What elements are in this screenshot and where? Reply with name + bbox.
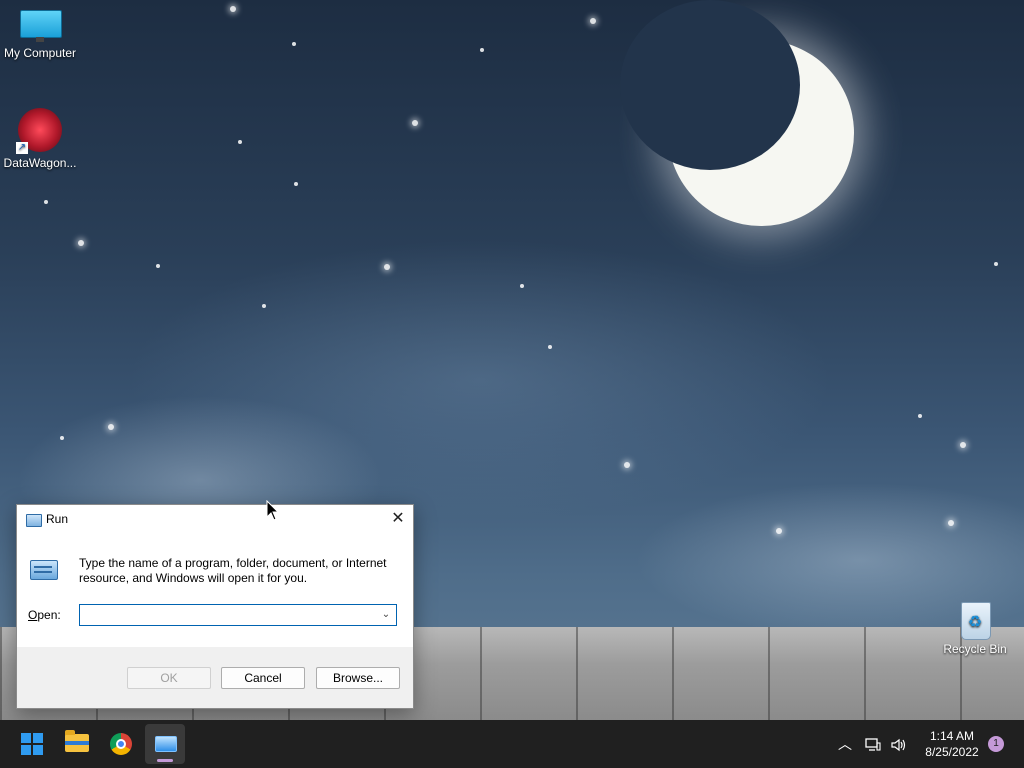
datawagon-app-icon: ↗ (16, 108, 62, 154)
clock[interactable]: 1:14 AM 8/25/2022 (912, 728, 992, 760)
desktop-icon-label: My Computer (3, 46, 77, 60)
browse-button[interactable]: Browse... (316, 667, 400, 689)
run-icon (155, 736, 177, 752)
run-dialog: Run ✕ Type the name of a program, folder… (16, 504, 414, 709)
open-combobox[interactable]: ⌄ (79, 604, 397, 626)
desktop-icon-recycle-bin[interactable]: ♻ Recycle Bin (935, 598, 1015, 656)
chrome-icon (110, 733, 132, 755)
run-dialog-title: Run (46, 512, 69, 526)
recycle-bin-icon: ♻ (958, 598, 992, 640)
active-app-indicator (157, 759, 173, 762)
run-icon (26, 514, 42, 527)
notification-badge[interactable]: 1 (988, 736, 1004, 752)
cancel-button[interactable]: Cancel (221, 667, 305, 689)
monitor-icon (20, 10, 62, 42)
network-icon[interactable] (862, 720, 884, 768)
ok-button[interactable]: OK (127, 667, 211, 689)
run-program-icon (30, 560, 58, 580)
start-button[interactable] (12, 724, 52, 764)
taskbar-file-explorer[interactable] (57, 724, 97, 764)
close-button[interactable]: ✕ (383, 505, 413, 533)
chevron-down-icon[interactable]: ⌄ (379, 607, 393, 623)
run-dialog-description: Type the name of a program, folder, docu… (79, 556, 387, 585)
windows-logo-icon (21, 733, 43, 755)
taskbar-run[interactable] (145, 724, 185, 764)
desktop-icon-label: DataWagon... (3, 156, 77, 170)
clock-date: 8/25/2022 (925, 745, 979, 759)
tray-overflow-chevron[interactable]: ︿ (834, 720, 856, 768)
desktop-icon-label: Recycle Bin (943, 642, 1007, 656)
desktop-icon-datawagon[interactable]: ↗ DataWagon... (0, 108, 80, 170)
shortcut-arrow-icon: ↗ (16, 142, 28, 154)
open-label: Open: (28, 608, 61, 622)
desktop-icon-my-computer[interactable]: My Computer (0, 10, 80, 60)
taskbar-chrome[interactable] (101, 724, 141, 764)
volume-icon[interactable] (888, 720, 910, 768)
run-dialog-titlebar[interactable]: Run ✕ (17, 505, 413, 535)
taskbar: ︿ 1:14 AM 8/25/2022 1 (0, 720, 1024, 768)
folder-icon (65, 730, 89, 752)
open-input[interactable] (82, 606, 376, 624)
clock-time: 1:14 AM (929, 729, 975, 743)
